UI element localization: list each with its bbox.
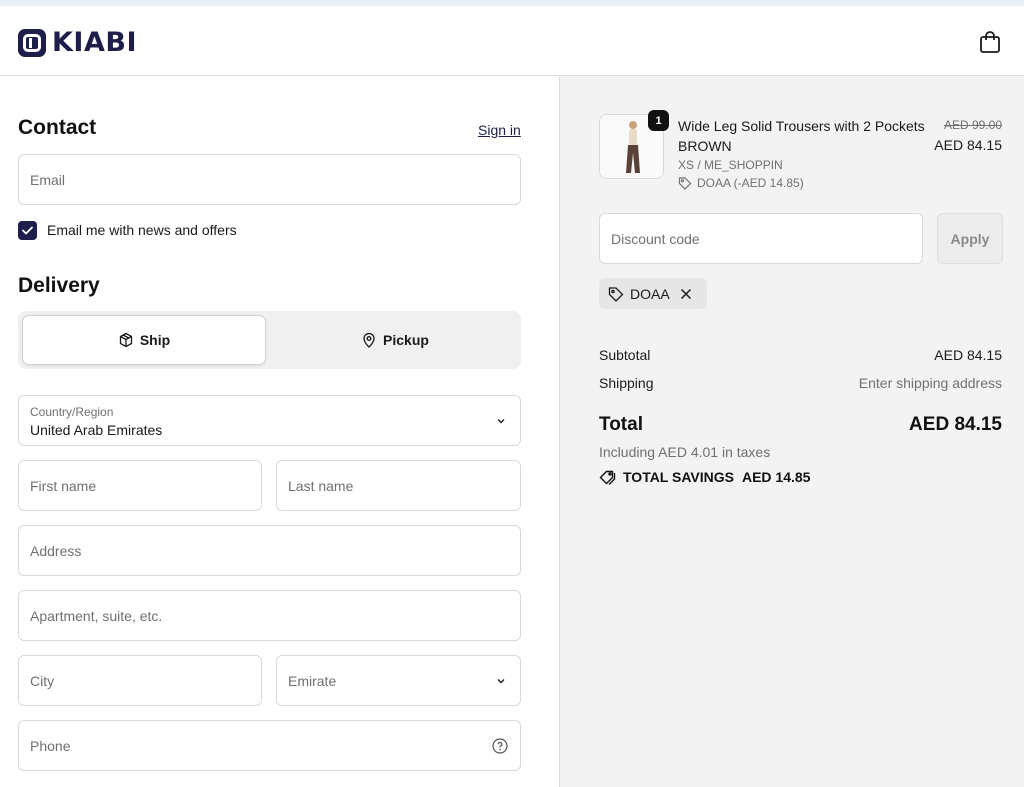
email-field[interactable] [18,154,521,205]
discount-code-field[interactable] [599,213,923,264]
applied-code: DOAA [630,285,670,302]
kiabi-logo[interactable]: KIABI [18,27,137,58]
total-value: AED 84.15 [909,414,1002,435]
checkmark-icon [22,226,33,235]
pickup-option[interactable]: Pickup [273,315,517,365]
pickup-label: Pickup [383,332,429,348]
tag-icon [678,177,692,190]
shopping-bag-icon[interactable] [979,30,1001,54]
subtotal-label: Subtotal [599,347,651,363]
shipping-label: Shipping [599,375,654,391]
delivery-heading: Delivery [18,274,100,297]
emirate-select[interactable]: Emirate [276,655,521,706]
country-value: United Arab Emirates [30,422,163,438]
newsletter-checkbox[interactable] [18,221,37,240]
discount-code-input[interactable] [600,214,922,263]
product-original-price: AED 99.00 [943,118,1002,132]
city-input[interactable] [19,656,261,705]
apply-discount-button[interactable]: Apply [937,213,1003,264]
first-name-field[interactable] [18,460,262,511]
shipping-value: Enter shipping address [858,375,1002,391]
chevron-down-icon [497,678,505,683]
total-label: Total [599,414,643,435]
kiabi-logo-icon [18,28,46,57]
order-summary: 1 Wide Leg Solid Trousers with 2 Pockets… [559,76,1024,787]
sign-in-link[interactable]: Sign in [478,122,521,138]
apartment-field[interactable] [18,590,521,641]
checkout-form: Contact Sign in Email me with news and o… [0,76,559,787]
product-final-price: AED 84.15 [934,137,1002,153]
phone-field[interactable] [18,720,521,771]
brand-name: KIABI [52,27,137,58]
ship-option[interactable]: Ship [22,315,266,365]
emirate-placeholder: Emirate [288,672,337,689]
address-field[interactable] [18,525,521,576]
contact-heading: Contact [18,116,97,139]
country-label: Country/Region [30,405,114,419]
savings-value: AED 14.85 [741,469,811,485]
phone-input[interactable] [19,721,520,770]
close-icon[interactable] [680,288,692,300]
applied-discount-chip: DOAA [599,278,707,309]
email-input[interactable] [19,155,520,204]
delivery-method-toggle: Ship Pickup [18,311,521,369]
chevron-down-icon [497,418,505,423]
product-variant: XS / ME_SHOPPIN [678,158,783,172]
location-pin-icon [363,332,375,348]
subtotal-value: AED 84.15 [934,347,1002,363]
total-savings: TOTAL SAVINGS AED 14.85 [599,469,810,485]
tag-icon [608,286,624,302]
help-icon[interactable] [492,737,508,754]
product-discount: DOAA (-AED 14.85) [678,176,804,190]
ship-label: Ship [139,332,171,348]
city-field[interactable] [18,655,262,706]
newsletter-label: Email me with news and offers [47,222,237,238]
quantity-badge: 1 [648,110,669,131]
apartment-input[interactable] [19,591,520,640]
site-header: KIABI [0,6,1024,76]
savings-tag-icon [599,470,616,485]
product-discount-text: DOAA (-AED 14.85) [697,176,804,190]
address-input[interactable] [19,526,520,575]
taxes-note: Including AED 4.01 in taxes [599,444,771,460]
savings-label: TOTAL SAVINGS [623,469,734,485]
package-icon [119,332,132,348]
last-name-field[interactable] [276,460,521,511]
country-select[interactable]: Country/Region United Arab Emirates [18,395,521,446]
last-name-input[interactable] [277,461,520,510]
first-name-input[interactable] [19,461,261,510]
product-name: Wide Leg Solid Trousers with 2 Pockets B… [678,118,925,154]
